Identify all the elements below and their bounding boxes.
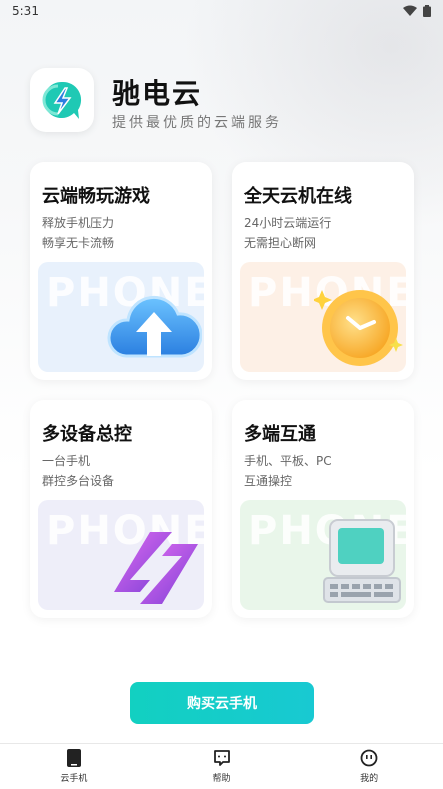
card-line-1: 释放手机压力 [42, 216, 115, 230]
app-name: 驰电云 [112, 77, 203, 110]
card-line-1: 手机、平板、PC [244, 454, 332, 468]
clock-icon [314, 290, 403, 366]
tab-cloud-phone[interactable]: 云手机 [0, 744, 148, 789]
feature-card-always-online[interactable]: 全天云机在线 24小时云端运行 无需担心断网 PHONE [232, 162, 414, 380]
card-title: 云端畅玩游戏 [42, 186, 150, 207]
feature-card-cross-platform[interactable]: 多端互通 手机、平板、PC 互通操控 PHONE [232, 400, 414, 618]
card-title: 多设备总控 [42, 424, 132, 445]
status-icons [403, 5, 431, 17]
card-panel: PHONE [240, 262, 406, 372]
wifi-icon [403, 5, 417, 16]
app-header: 驰电云 提供最优质的云端服务 [30, 68, 430, 138]
card-line-2: 无需担心断网 [244, 236, 317, 250]
bottom-tab-bar: 云手机 帮助 我的 [0, 743, 443, 789]
card-line-1: 24小时云端运行 [244, 216, 332, 230]
card-panel: PHONE [240, 500, 406, 610]
switch-arrows-icon [114, 532, 198, 604]
phone-icon [66, 749, 81, 767]
card-line-1: 一台手机 [42, 454, 91, 468]
battery-icon [423, 5, 431, 17]
card-panel: PHONE [38, 500, 204, 610]
computer-icon [323, 519, 401, 603]
feature-card-cloud-gaming[interactable]: 云端畅玩游戏 释放手机压力 畅享无卡流畅 PHONE [30, 162, 212, 380]
tab-profile[interactable]: 我的 [295, 744, 443, 789]
tab-help[interactable]: 帮助 [148, 744, 296, 789]
status-bar: 5:31 [0, 0, 443, 22]
app-slogan: 提供最优质的云端服务 [112, 115, 282, 131]
buy-cloud-phone-button[interactable]: 购买云手机 [130, 682, 314, 724]
smiley-icon [360, 749, 378, 767]
tab-label: 我的 [360, 774, 379, 784]
help-chat-icon [213, 750, 230, 766]
tab-label: 帮助 [212, 774, 231, 784]
lightning-cloud-icon [42, 81, 82, 119]
card-line-2: 群控多台设备 [42, 474, 115, 488]
card-panel: PHONE [38, 262, 204, 372]
card-title: 多端互通 [244, 424, 316, 445]
feature-card-multi-device[interactable]: 多设备总控 一台手机 群控多台设备 PHONE [30, 400, 212, 618]
card-title: 全天云机在线 [244, 186, 352, 207]
app-logo [30, 68, 94, 132]
tab-label: 云手机 [60, 774, 88, 784]
card-line-2: 畅享无卡流畅 [42, 236, 115, 250]
cloud-upload-icon [107, 295, 202, 358]
status-time: 5:31 [12, 4, 39, 18]
card-line-2: 互通操控 [244, 474, 293, 488]
